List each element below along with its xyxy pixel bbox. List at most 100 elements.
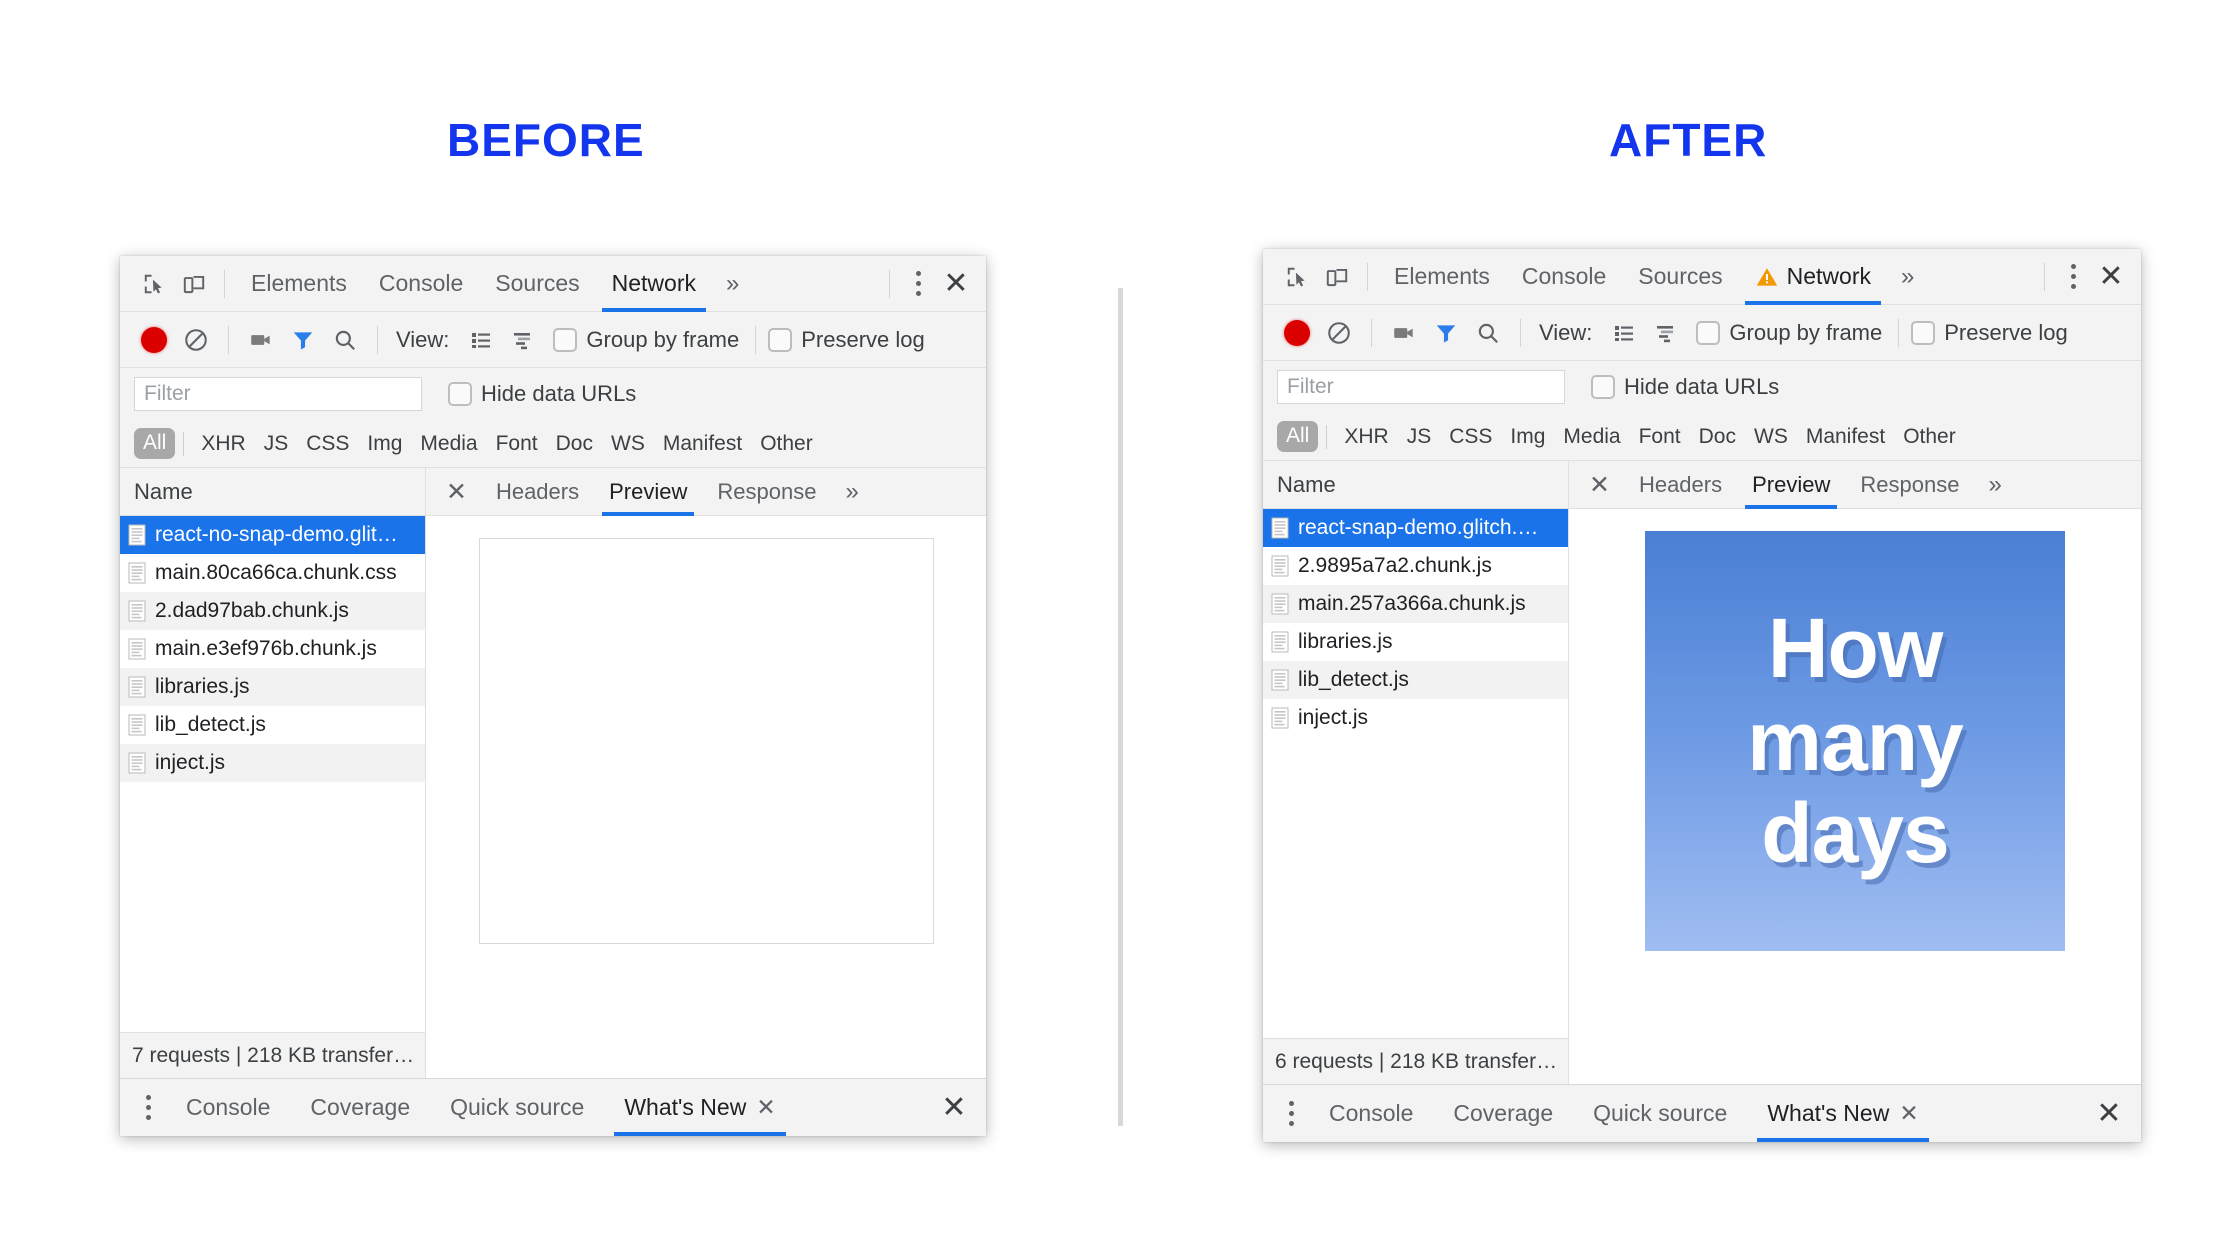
more-subtabs-icon[interactable]: » bbox=[1974, 461, 2015, 509]
subtab-headers[interactable]: Headers bbox=[481, 468, 594, 516]
list-item[interactable]: react-snap-demo.glitch.… bbox=[1263, 509, 1568, 547]
type-filter-doc[interactable]: Doc bbox=[1690, 425, 1745, 449]
devtools-menu-icon[interactable] bbox=[2055, 257, 2091, 297]
device-toolbar-icon[interactable] bbox=[1317, 257, 1357, 297]
request-list[interactable]: react-no-snap-demo.glit… main.80ca66ca.c… bbox=[120, 516, 425, 1032]
type-filter-manifest[interactable]: Manifest bbox=[1797, 425, 1894, 449]
close-tab-icon[interactable]: ✕ bbox=[756, 1094, 775, 1121]
close-detail-icon[interactable]: ✕ bbox=[432, 468, 481, 516]
capture-screenshots-icon[interactable] bbox=[241, 320, 281, 360]
tab-elements[interactable]: Elements bbox=[235, 256, 363, 312]
list-view-icon[interactable] bbox=[461, 320, 501, 360]
capture-screenshots-icon[interactable] bbox=[1384, 313, 1424, 353]
more-tabs-icon[interactable]: » bbox=[712, 256, 753, 312]
subtab-preview[interactable]: Preview bbox=[594, 468, 702, 516]
list-view-icon[interactable] bbox=[1604, 313, 1644, 353]
list-item[interactable]: libraries.js bbox=[1263, 623, 1568, 661]
hide-data-urls-checkbox[interactable]: Hide data URLs bbox=[448, 381, 636, 407]
tab-console[interactable]: Console bbox=[1506, 249, 1622, 305]
type-filter-img[interactable]: Img bbox=[1501, 425, 1554, 449]
tab-network[interactable]: Network bbox=[596, 256, 712, 312]
group-by-frame-checkbox[interactable]: Group by frame bbox=[553, 327, 739, 353]
search-icon[interactable] bbox=[1468, 313, 1508, 353]
drawer-tab-whats-new[interactable]: What's New ✕ bbox=[604, 1079, 795, 1136]
drawer-tab-quick-source[interactable]: Quick source bbox=[430, 1079, 604, 1137]
inspect-element-icon[interactable] bbox=[1277, 257, 1317, 297]
list-item[interactable]: main.257a366a.chunk.js bbox=[1263, 585, 1568, 623]
list-item[interactable]: inject.js bbox=[1263, 699, 1568, 737]
preserve-log-checkbox[interactable]: Preserve log bbox=[768, 327, 925, 353]
tab-console[interactable]: Console bbox=[363, 256, 479, 312]
drawer-tab-console[interactable]: Console bbox=[166, 1079, 290, 1137]
type-filter-ws[interactable]: WS bbox=[602, 432, 654, 456]
type-filter-xhr[interactable]: XHR bbox=[1335, 425, 1397, 449]
list-item[interactable]: lib_detect.js bbox=[1263, 661, 1568, 699]
subtab-headers[interactable]: Headers bbox=[1624, 461, 1737, 509]
type-filter-js[interactable]: JS bbox=[1398, 425, 1441, 449]
hide-data-urls-checkbox[interactable]: Hide data URLs bbox=[1591, 374, 1779, 400]
tab-elements[interactable]: Elements bbox=[1378, 249, 1506, 305]
close-tab-icon[interactable]: ✕ bbox=[1899, 1100, 1918, 1127]
type-filter-font[interactable]: Font bbox=[487, 432, 547, 456]
type-filter-css[interactable]: CSS bbox=[1440, 425, 1501, 449]
list-item[interactable]: react-no-snap-demo.glit… bbox=[120, 516, 425, 554]
type-filter-doc[interactable]: Doc bbox=[547, 432, 602, 456]
devtools-menu-icon[interactable] bbox=[900, 264, 936, 304]
waterfall-view-icon[interactable] bbox=[1646, 313, 1686, 353]
type-filter-other[interactable]: Other bbox=[751, 432, 822, 456]
record-button[interactable] bbox=[134, 320, 174, 360]
list-item[interactable]: main.e3ef976b.chunk.js bbox=[120, 630, 425, 668]
list-item[interactable]: 2.9895a7a2.chunk.js bbox=[1263, 547, 1568, 585]
filter-input[interactable]: Filter bbox=[134, 377, 422, 411]
name-column-header[interactable]: Name bbox=[120, 468, 425, 516]
drawer-tab-console[interactable]: Console bbox=[1309, 1085, 1433, 1143]
list-item[interactable]: lib_detect.js bbox=[120, 706, 425, 744]
type-filter-css[interactable]: CSS bbox=[297, 432, 358, 456]
subtab-preview[interactable]: Preview bbox=[1737, 461, 1845, 509]
filter-input[interactable]: Filter bbox=[1277, 370, 1565, 404]
drawer-tab-quick-source[interactable]: Quick source bbox=[1573, 1085, 1747, 1143]
list-item[interactable]: libraries.js bbox=[120, 668, 425, 706]
drawer-tab-coverage[interactable]: Coverage bbox=[1433, 1085, 1573, 1143]
type-filter-all[interactable]: All bbox=[1277, 421, 1319, 452]
close-drawer-icon[interactable]: ✕ bbox=[2089, 1094, 2129, 1134]
type-filter-manifest[interactable]: Manifest bbox=[654, 432, 751, 456]
list-item[interactable]: inject.js bbox=[120, 744, 425, 782]
close-detail-icon[interactable]: ✕ bbox=[1575, 461, 1624, 509]
record-button[interactable] bbox=[1277, 313, 1317, 353]
type-filter-xhr[interactable]: XHR bbox=[192, 432, 254, 456]
search-icon[interactable] bbox=[325, 320, 365, 360]
waterfall-view-icon[interactable] bbox=[503, 320, 543, 360]
device-toolbar-icon[interactable] bbox=[174, 264, 214, 304]
type-filter-ws[interactable]: WS bbox=[1745, 425, 1797, 449]
more-subtabs-icon[interactable]: » bbox=[831, 468, 872, 516]
type-filter-other[interactable]: Other bbox=[1894, 425, 1965, 449]
drawer-tab-whats-new[interactable]: What's New ✕ bbox=[1747, 1085, 1938, 1142]
tab-sources[interactable]: Sources bbox=[479, 256, 595, 312]
subtab-response[interactable]: Response bbox=[702, 468, 831, 516]
drawer-menu-icon[interactable] bbox=[1273, 1094, 1309, 1134]
type-filter-media[interactable]: Media bbox=[1554, 425, 1629, 449]
clear-icon[interactable] bbox=[176, 320, 216, 360]
tab-network[interactable]: Network bbox=[1739, 249, 1887, 305]
tab-sources[interactable]: Sources bbox=[1622, 249, 1738, 305]
type-filter-js[interactable]: JS bbox=[255, 432, 298, 456]
list-item[interactable]: 2.dad97bab.chunk.js bbox=[120, 592, 425, 630]
more-tabs-icon[interactable]: » bbox=[1887, 249, 1928, 305]
type-filter-all[interactable]: All bbox=[134, 428, 176, 459]
close-devtools-icon[interactable]: ✕ bbox=[936, 264, 976, 304]
type-filter-img[interactable]: Img bbox=[358, 432, 411, 456]
drawer-menu-icon[interactable] bbox=[130, 1088, 166, 1128]
close-drawer-icon[interactable]: ✕ bbox=[934, 1088, 974, 1128]
clear-icon[interactable] bbox=[1319, 313, 1359, 353]
type-filter-font[interactable]: Font bbox=[1630, 425, 1690, 449]
filter-icon[interactable] bbox=[283, 320, 323, 360]
close-devtools-icon[interactable]: ✕ bbox=[2091, 257, 2131, 297]
list-item[interactable]: main.80ca66ca.chunk.css bbox=[120, 554, 425, 592]
subtab-response[interactable]: Response bbox=[1845, 461, 1974, 509]
inspect-element-icon[interactable] bbox=[134, 264, 174, 304]
group-by-frame-checkbox[interactable]: Group by frame bbox=[1696, 320, 1882, 346]
filter-icon[interactable] bbox=[1426, 313, 1466, 353]
preserve-log-checkbox[interactable]: Preserve log bbox=[1911, 320, 2068, 346]
drawer-tab-coverage[interactable]: Coverage bbox=[290, 1079, 430, 1137]
